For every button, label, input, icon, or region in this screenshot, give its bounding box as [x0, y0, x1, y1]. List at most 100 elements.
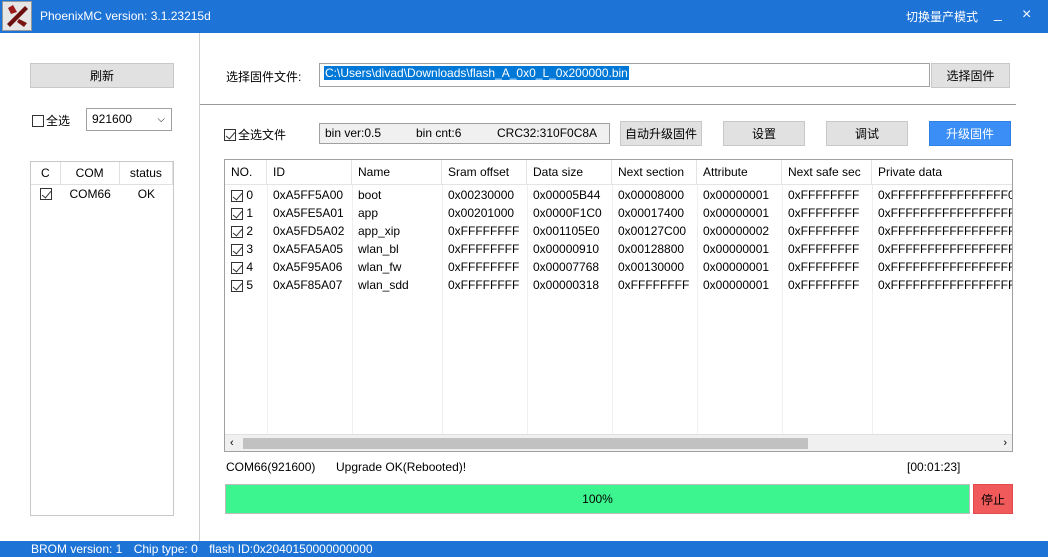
minimize-icon[interactable]: _	[994, 5, 1002, 21]
row-size: 0x0000F1C0	[533, 206, 602, 220]
stop-button[interactable]: 停止	[973, 484, 1013, 514]
col-private-data[interactable]: Private data	[872, 160, 1012, 185]
row-next: 0x00017400	[618, 206, 685, 220]
row-id: 0xA5F95A06	[273, 260, 343, 274]
col-no[interactable]: NO.	[225, 160, 267, 185]
table-row[interactable]: COM66 OK	[31, 185, 173, 203]
row-attr: 0x00000002	[703, 224, 770, 238]
col-id[interactable]: ID	[267, 160, 352, 185]
row-checkbox[interactable]	[231, 261, 243, 274]
bin-count: bin cnt:6	[416, 126, 462, 140]
row-sram: 0x00201000	[448, 206, 515, 220]
close-icon[interactable]: ×	[1022, 6, 1031, 24]
row-id: 0xA5FD5A02	[273, 224, 345, 238]
settings-button[interactable]: 设置	[723, 121, 805, 146]
chevron-down-icon: ⌵	[157, 114, 165, 125]
table-row[interactable]: 5 0xA5F85A07 wlan_sdd 0xFFFFFFFF 0x00000…	[225, 276, 1012, 294]
row-checkbox[interactable]	[231, 207, 243, 220]
col-next-section[interactable]: Next section	[612, 160, 697, 185]
table-row[interactable]: 3 0xA5FA5A05 wlan_bl 0xFFFFFFFF 0x000009…	[225, 240, 1012, 258]
com-table-header: C COM status	[31, 162, 173, 185]
col-next-safe-sec[interactable]: Next safe sec	[782, 160, 872, 185]
select-all-files-label: 全选文件	[238, 128, 287, 142]
row-no: 4	[246, 260, 254, 274]
com-port-name: COM66	[69, 187, 111, 201]
row-sram: 0x00230000	[448, 188, 515, 202]
scroll-left-icon[interactable]: ‹	[230, 435, 234, 451]
refresh-button[interactable]: 刷新	[30, 63, 174, 88]
row-checkbox[interactable]	[231, 189, 243, 202]
select-all-files-checkbox[interactable]	[224, 128, 236, 141]
row-priv: 0xFFFFFFFFFFFFFFFFFFFF	[878, 242, 1012, 256]
row-safe: 0xFFFFFFFF	[788, 188, 860, 202]
row-id: 0xA5FE5A01	[273, 206, 344, 220]
select-all-com-checkbox[interactable]	[32, 114, 44, 127]
panel-divider	[199, 33, 200, 541]
baud-rate-select[interactable]: 921600 ⌵	[86, 108, 172, 131]
com-col-check[interactable]: C	[31, 162, 61, 184]
select-all-files[interactable]: 全选文件	[224, 126, 286, 143]
com-port-table: C COM status COM66 OK	[30, 161, 174, 516]
chip-type: Chip type: 0	[133, 542, 198, 556]
row-next: 0xFFFFFFFF	[618, 278, 690, 292]
mode-switch-link[interactable]: 切换量产模式	[906, 8, 978, 25]
row-checkbox[interactable]	[231, 225, 243, 238]
elapsed-time: [00:01:23]	[907, 460, 961, 474]
status-message: Upgrade OK(Rebooted)!	[336, 460, 467, 474]
com-col-port[interactable]: COM	[61, 162, 120, 184]
scrollbar-thumb[interactable]	[243, 438, 808, 449]
brom-version: BROM version: 1	[31, 542, 123, 556]
table-row[interactable]: 1 0xA5FE5A01 app 0x00201000 0x0000F1C0 0…	[225, 204, 1012, 222]
row-safe: 0xFFFFFFFF	[788, 224, 860, 238]
select-firmware-button[interactable]: 选择固件	[931, 63, 1010, 88]
row-id: 0xA5FA5A05	[273, 242, 344, 256]
row-name: wlan_sdd	[358, 278, 409, 292]
row-next: 0x00127C00	[618, 224, 687, 238]
horizontal-scrollbar[interactable]: ‹ ›	[225, 434, 1012, 451]
row-size: 0x00005B44	[533, 188, 601, 202]
firmware-section-table: NO. ID Name Sram offset Data size Next s…	[224, 159, 1013, 452]
row-priv: 0xFFFFFFFFFFFFFFFFFFFF	[878, 278, 1012, 292]
row-next: 0x00008000	[618, 188, 685, 202]
row-sram: 0xFFFFFFFF	[448, 278, 520, 292]
debug-button[interactable]: 调试	[826, 121, 908, 146]
col-attribute[interactable]: Attribute	[697, 160, 782, 185]
row-no: 2	[246, 224, 254, 238]
com-col-status[interactable]: status	[120, 162, 173, 184]
baud-rate-value: 921600	[92, 112, 133, 126]
title-bar: PhoenixMC version: 3.1.23215d 切换量产模式 _ ×	[0, 0, 1048, 33]
col-data-size[interactable]: Data size	[527, 160, 612, 185]
row-safe: 0xFFFFFFFF	[788, 278, 860, 292]
table-row[interactable]: 2 0xA5FD5A02 app_xip 0xFFFFFFFF 0x001105…	[225, 222, 1012, 240]
progress-bar: 100%	[225, 484, 970, 514]
auto-upgrade-button[interactable]: 自动升级固件	[620, 121, 702, 146]
file-table-header: NO. ID Name Sram offset Data size Next s…	[225, 160, 1012, 185]
row-safe: 0xFFFFFFFF	[788, 206, 860, 220]
row-checkbox[interactable]	[231, 243, 243, 256]
row-attr: 0x00000001	[703, 278, 770, 292]
row-no: 3	[246, 242, 254, 256]
row-safe: 0xFFFFFFFF	[788, 260, 860, 274]
firmware-path-input[interactable]: C:\Users\divad\Downloads\flash_A_0x0_L_0…	[319, 63, 930, 87]
row-name: wlan_fw	[358, 260, 402, 274]
row-checkbox[interactable]	[231, 279, 243, 292]
row-priv: 0xFFFFFFFFFFFFFFFFFFFF	[878, 260, 1012, 274]
flash-id: flash ID:0x2040150000000000	[209, 542, 373, 556]
table-row[interactable]: 4 0xA5F95A06 wlan_fw 0xFFFFFFFF 0x000077…	[225, 258, 1012, 276]
row-id: 0xA5FF5A00	[273, 188, 344, 202]
select-all-com[interactable]: 全选	[32, 112, 70, 129]
row-priv: 0xFFFFFFFFFFFFFFFFFFFF	[878, 206, 1012, 220]
window-title: PhoenixMC version: 3.1.23215d	[40, 9, 211, 23]
row-no: 0	[246, 188, 254, 202]
scroll-right-icon[interactable]: ›	[1003, 435, 1007, 451]
row-safe: 0xFFFFFFFF	[788, 242, 860, 256]
table-row[interactable]: 0 0xA5FF5A00 boot 0x00230000 0x00005B44 …	[225, 186, 1012, 204]
row-sram: 0xFFFFFFFF	[448, 224, 520, 238]
row-no: 1	[246, 206, 254, 220]
com-row-checkbox[interactable]	[39, 188, 52, 200]
row-size: 0x00007768	[533, 260, 600, 274]
upgrade-button[interactable]: 升级固件	[929, 121, 1011, 146]
col-name[interactable]: Name	[352, 160, 442, 185]
col-sram-offset[interactable]: Sram offset	[442, 160, 527, 185]
row-attr: 0x00000001	[703, 188, 770, 202]
